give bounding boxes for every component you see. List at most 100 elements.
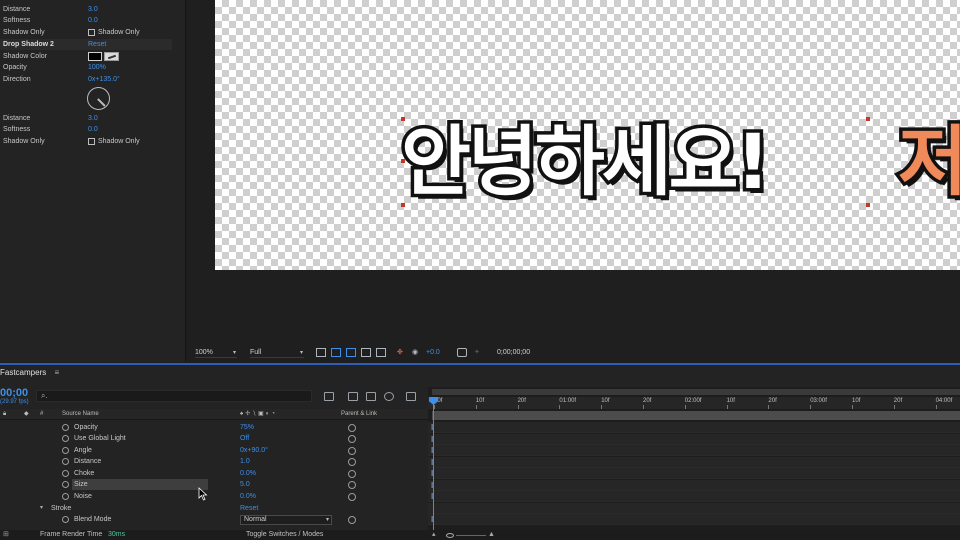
direction-dial[interactable]	[87, 87, 110, 110]
property-lane[interactable]	[428, 479, 960, 491]
transform-handle[interactable]	[401, 159, 405, 163]
pick-whip-icon[interactable]	[348, 516, 356, 524]
shy-layers-icon[interactable]	[366, 392, 376, 401]
transform-handle[interactable]	[866, 203, 870, 207]
pick-whip-icon[interactable]	[348, 435, 356, 443]
stopwatch-icon[interactable]	[62, 447, 69, 454]
stopwatch-icon[interactable]	[62, 458, 69, 465]
direction-value[interactable]: 0x+135.0°	[88, 74, 120, 85]
draft-3d-icon[interactable]	[348, 392, 358, 401]
pick-whip-icon[interactable]	[348, 481, 356, 489]
time-graph[interactable]: 00f 10f 20f 01:00f 10f 20f 02:00f 10f 20f 03:00f 1…	[428, 387, 960, 537]
playhead-line[interactable]	[433, 399, 434, 535]
softness-2-value[interactable]: 0.0	[88, 124, 98, 135]
property-lane[interactable]	[428, 468, 960, 479]
safe-zones-icon[interactable]	[376, 348, 386, 357]
distance-2-value[interactable]: 3.0	[88, 113, 98, 124]
distance-value[interactable]: 3.0	[88, 4, 98, 15]
title-text-layer-continued[interactable]: 저	[895, 114, 960, 210]
guides-icon[interactable]	[361, 348, 371, 357]
layer-search-input[interactable]: ⌕.	[36, 390, 312, 402]
property-row-noise[interactable]: Noise 0.0%	[0, 491, 428, 502]
property-lane[interactable]	[428, 514, 960, 525]
property-value[interactable]: 0.0%	[240, 491, 256, 502]
tab-fastcampers[interactable]: Fastcampers ≡	[0, 367, 59, 379]
eyedropper-icon[interactable]	[104, 52, 119, 61]
pick-whip-icon[interactable]	[348, 447, 356, 455]
composition-mini-flowchart-icon[interactable]	[324, 392, 334, 401]
layer-duration-bar[interactable]	[432, 411, 960, 420]
show-snapshot-icon[interactable]: ✦	[474, 348, 480, 358]
motion-blur-icon[interactable]	[384, 392, 394, 401]
shadow-only-checkbox[interactable]	[88, 29, 95, 36]
property-row-blend-mode[interactable]: Blend Mode Normal ▾	[0, 514, 428, 525]
graph-editor-icon[interactable]	[406, 392, 416, 401]
color-channels-icon[interactable]: ✤	[397, 348, 403, 358]
lock-icon[interactable]: 🔒︎	[3, 409, 6, 420]
stopwatch-icon[interactable]	[62, 470, 69, 477]
property-row-distance[interactable]: Distance 1.0	[0, 456, 428, 467]
stopwatch-icon[interactable]	[62, 481, 69, 488]
stroke-reset[interactable]: Reset	[240, 503, 258, 514]
drop-shadow-2-reset[interactable]: Reset	[88, 39, 106, 50]
chevron-down-icon[interactable]: ▾	[40, 503, 43, 514]
viewer-timecode[interactable]: 0;00;00;00	[497, 348, 530, 358]
switches-header-icons[interactable]: ♠✢∖▣◐◔	[240, 409, 277, 420]
property-lane[interactable]	[428, 491, 960, 502]
pick-whip-icon[interactable]	[348, 424, 356, 432]
panel-menu-icon[interactable]: ≡	[54, 368, 59, 377]
composition-canvas[interactable]: 안녕하세요! 저	[215, 0, 960, 270]
title-text-layer[interactable]: 안녕하세요!	[397, 114, 773, 210]
camera-icon[interactable]	[457, 348, 467, 357]
property-row-opacity[interactable]: Opacity 75%	[0, 422, 428, 433]
zoom-slider-track[interactable]	[456, 535, 486, 536]
snapshot-region-icon[interactable]	[316, 348, 326, 357]
label-tag-icon[interactable]: ◆	[24, 409, 29, 420]
stopwatch-icon[interactable]	[62, 424, 69, 431]
property-value[interactable]: 75%	[240, 422, 254, 433]
opacity-value[interactable]: 100%	[88, 62, 106, 73]
work-area-bar[interactable]	[432, 389, 960, 395]
property-lane[interactable]	[428, 445, 960, 456]
resolution-select[interactable]: Full ▾	[250, 348, 304, 358]
zoom-select[interactable]: 100% ▾	[195, 348, 237, 358]
property-value[interactable]: 0x+90.0°	[240, 445, 268, 456]
property-value[interactable]: Off	[240, 433, 249, 444]
stopwatch-icon[interactable]	[62, 435, 69, 442]
transform-handle[interactable]	[401, 117, 405, 121]
zoom-out-icon[interactable]: ▴	[432, 530, 436, 540]
time-ruler[interactable]: 00f 10f 20f 01:00f 10f 20f 02:00f 10f 20f 03:00f 1…	[428, 397, 960, 409]
toggle-switches-modes-button[interactable]: Toggle Switches / Modes	[246, 530, 323, 540]
exposure-icon[interactable]: ◉	[412, 348, 418, 358]
render-status-icon[interactable]: ⊞	[3, 530, 9, 540]
property-lane[interactable]	[428, 433, 960, 445]
property-value[interactable]: 0.0%	[240, 468, 256, 479]
stopwatch-icon[interactable]	[62, 516, 69, 523]
softness-value[interactable]: 0.0	[88, 15, 98, 26]
property-lane[interactable]	[428, 502, 960, 514]
source-name-header[interactable]: Source Name	[62, 409, 99, 420]
exposure-value[interactable]: +0.0	[426, 348, 440, 358]
current-time-display[interactable]: 00;00	[0, 387, 28, 399]
parent-link-header[interactable]: Parent & Link	[341, 409, 377, 420]
stopwatch-icon[interactable]	[62, 493, 69, 500]
property-row-angle[interactable]: Angle 0x+90.0°	[0, 445, 428, 456]
shadow-only-2-checkbox[interactable]	[88, 138, 95, 145]
property-value[interactable]: 1.0	[240, 456, 250, 467]
pick-whip-icon[interactable]	[348, 470, 356, 478]
property-value[interactable]: 5.0	[240, 479, 250, 490]
mask-path-icon[interactable]	[346, 348, 356, 357]
shadow-color-swatch[interactable]	[88, 52, 102, 61]
drop-shadow-2-header[interactable]: Drop Shadow 2 Reset	[0, 39, 172, 50]
property-lane[interactable]	[428, 456, 960, 468]
property-group-stroke[interactable]: ▾ Stroke Reset	[0, 503, 428, 514]
transform-handle[interactable]	[866, 117, 870, 121]
property-row-use-global-light[interactable]: Use Global Light Off	[0, 433, 428, 444]
transform-handle[interactable]	[401, 203, 405, 207]
zoom-in-icon[interactable]: ▲	[488, 530, 495, 540]
transparency-grid-icon[interactable]	[331, 348, 341, 357]
blend-mode-select[interactable]: Normal ▾	[240, 515, 332, 525]
pick-whip-icon[interactable]	[348, 493, 356, 501]
property-row-choke[interactable]: Choke 0.0%	[0, 468, 428, 479]
zoom-slider-handle[interactable]	[446, 533, 454, 538]
